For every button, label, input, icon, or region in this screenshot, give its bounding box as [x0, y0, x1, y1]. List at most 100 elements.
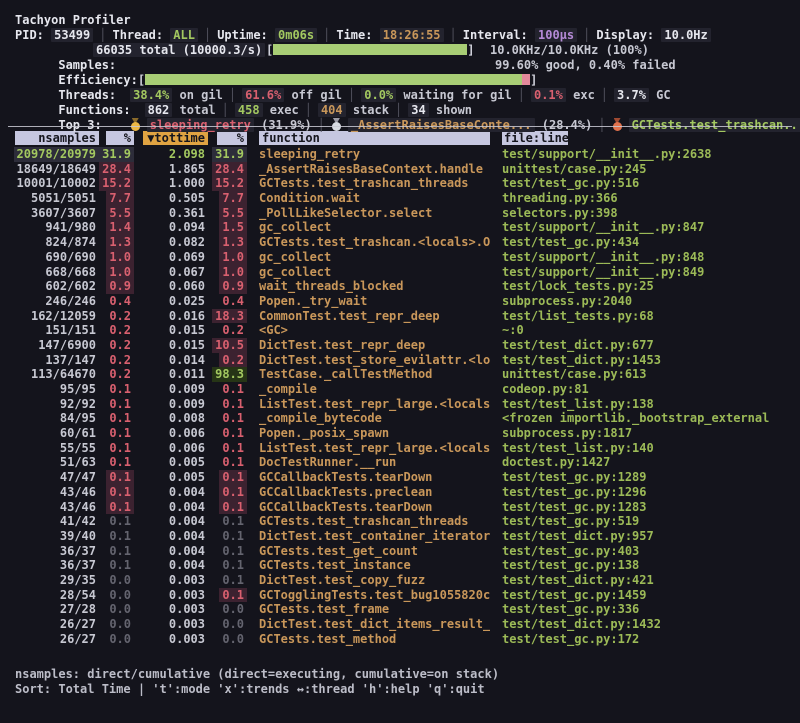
file-line-cell: subprocess.py:1817	[490, 426, 800, 441]
pct-cumulative-cell: 0.1	[208, 514, 247, 529]
table-row[interactable]: 28/54 0.0 0.003 0.1 GCTogglingTests.test…	[0, 588, 800, 603]
table-row[interactable]: 92/92 0.1 0.009 0.1 ListTest.test_repr_l…	[0, 397, 800, 412]
table-row[interactable]: 137/147 0.2 0.014 0.2 DictTest.test_stor…	[0, 353, 800, 368]
file-line-cell: test/test_gc.py:1289	[490, 470, 800, 485]
info-value: 0m06s	[275, 28, 317, 42]
pct-cumulative-cell: 0.1	[208, 397, 247, 412]
pct-direct-cell: 0.1	[99, 470, 134, 485]
info-label: Interval:	[463, 28, 535, 42]
pct-cumulative-cell: 1.0	[208, 265, 247, 280]
top3-items: sleeping_retry (31.9%)│_AssertRaisesBase…	[130, 118, 800, 132]
pct-cumulative-cell: 0.9	[208, 279, 247, 294]
pct-direct-cell: 0.4	[99, 294, 134, 309]
pct-cumulative-cell: 0.1	[208, 529, 247, 544]
file-line-cell: test/lock_tests.py:25	[490, 279, 800, 294]
table-body: 20978/20979 31.9 2.098 31.9 sleeping_ret…	[0, 147, 800, 646]
pct-direct-cell: 0.1	[99, 441, 134, 456]
table-row[interactable]: 26/27 0.0 0.003 0.0 GCTests.test_method …	[0, 632, 800, 647]
table-header-row: nsamples % ▼tottime % function file:line	[0, 131, 800, 147]
nsamples-cell: 84/95	[0, 411, 99, 426]
table-row[interactable]: 20978/20979 31.9 2.098 31.9 sleeping_ret…	[0, 147, 800, 162]
info-label: PID:	[15, 28, 51, 42]
separator-glyph: │	[93, 28, 112, 42]
tottime-cell: 0.004	[134, 514, 208, 529]
table-row[interactable]: 824/874 1.3 0.082 1.3 GCTests.test_trash…	[0, 235, 800, 250]
file-line-cell: codeop.py:81	[490, 382, 800, 397]
table-row[interactable]: 668/668 1.0 0.067 1.0 gc_collect test/su…	[0, 265, 800, 280]
info-line: PID: 53499│Thread: ALL│Uptime: 0m06s│Tim…	[0, 28, 800, 43]
tottime-cell: 0.094	[134, 220, 208, 235]
table-row[interactable]: 690/690 1.0 0.069 1.0 gc_collect test/su…	[0, 250, 800, 265]
tottime-cell: 2.098	[134, 147, 208, 162]
tottime-cell: 0.067	[134, 265, 208, 280]
samples-rate: 10.0KHz/10.0KHz (100%)	[490, 43, 649, 58]
table-row[interactable]: 29/35 0.0 0.003 0.1 DictTest.test_copy_f…	[0, 573, 800, 588]
table-row[interactable]: 27/28 0.0 0.003 0.0 GCTests.test_frame t…	[0, 602, 800, 617]
pct-cumulative-cell: 0.1	[208, 426, 247, 441]
file-line-cell: test/test_list.py:138	[490, 397, 800, 412]
column-header-pct-cumulative[interactable]: %	[217, 131, 247, 145]
pct-cumulative-cell: 0.2	[208, 353, 247, 368]
table-row[interactable]: 36/37 0.1 0.004 0.1 GCTests.test_get_cou…	[0, 544, 800, 559]
footer-keybindings: Sort: Total Time | 't':mode 'x':trends ↔…	[0, 682, 800, 697]
nsamples-cell: 162/12059	[0, 309, 99, 324]
table-row[interactable]: 47/47 0.1 0.005 0.1 GCCallbackTests.tear…	[0, 470, 800, 485]
column-header-pct-direct[interactable]: %	[106, 131, 134, 145]
nsamples-cell: 246/246	[0, 294, 99, 309]
function-cell: DictTest.test_dict_items_result_gc	[247, 617, 490, 632]
function-cell: wait_threads_blocked	[247, 279, 490, 294]
table-row[interactable]: 162/12059 0.2 0.016 18.3 CommonTest.test…	[0, 309, 800, 324]
table-row[interactable]: 39/40 0.1 0.004 0.1 DictTest.test_contai…	[0, 529, 800, 544]
column-header-tottime-sorted[interactable]: ▼tottime	[143, 131, 208, 145]
pct-cumulative-cell: 31.9	[208, 147, 247, 162]
separator-glyph: │	[198, 28, 217, 42]
pct-cumulative-cell: 10.5	[208, 338, 247, 353]
efficiency-text: 99.60% good, 0.40% failed	[495, 58, 676, 73]
file-line-cell: test/test_gc.py:519	[490, 514, 800, 529]
pct-cumulative-cell: 0.1	[208, 382, 247, 397]
table-row[interactable]: 26/27 0.0 0.003 0.0 DictTest.test_dict_i…	[0, 617, 800, 632]
table-row[interactable]: 41/42 0.1 0.004 0.1 GCTests.test_trashca…	[0, 514, 800, 529]
file-line-cell: test/support/__init__.py:2638	[490, 147, 800, 162]
column-header-file-line[interactable]: file:line	[502, 131, 568, 145]
table-row[interactable]: 36/37 0.1 0.004 0.1 GCTests.test_instanc…	[0, 558, 800, 573]
table-row[interactable]: 43/46 0.1 0.004 0.1 GCCallbackTests.prec…	[0, 485, 800, 500]
table-row[interactable]: 113/64670 0.2 0.011 98.3 TestCase._callT…	[0, 367, 800, 382]
function-cell: ListTest.test_repr_large.<locals>.check	[247, 397, 490, 412]
table-row[interactable]: 55/55 0.1 0.006 0.1 ListTest.test_repr_l…	[0, 441, 800, 456]
function-cell: GCCallbackTests.tearDown	[247, 500, 490, 515]
table-row[interactable]: 246/246 0.4 0.025 0.4 Popen._try_wait su…	[0, 294, 800, 309]
pct-direct-cell: 7.7	[99, 191, 134, 206]
table-row[interactable]: 147/6900 0.2 0.015 10.5 DictTest.test_re…	[0, 338, 800, 353]
footer-legend: nsamples: direct/cumulative (direct=exec…	[0, 667, 800, 682]
table-row[interactable]: 10001/10002 15.2 1.000 15.2 GCTests.test…	[0, 176, 800, 191]
table-row[interactable]: 602/602 0.9 0.060 0.9 wait_threads_block…	[0, 279, 800, 294]
table-row[interactable]: 3607/3607 5.5 0.361 5.5 _PollLikeSelecto…	[0, 206, 800, 221]
tachyon-profiler-window: Tachyon Profiler PID: 53499│Thread: ALL│…	[0, 0, 800, 723]
table-row[interactable]: 18649/18649 28.4 1.865 28.4 _AssertRaise…	[0, 162, 800, 177]
function-cell: ListTest.test_repr_large.<locals>.check	[247, 441, 490, 456]
tottime-cell: 0.004	[134, 558, 208, 573]
table-row[interactable]: 60/61 0.1 0.006 0.1 Popen._posix_spawn s…	[0, 426, 800, 441]
samples-line: Samples: 66035 total (10000.3/s) [] 10.0…	[0, 43, 800, 58]
file-line-cell: subprocess.py:2040	[490, 294, 800, 309]
function-cell: DictTest.test_store_evilattr.<locals...	[247, 353, 490, 368]
pct-direct-cell: 0.1	[99, 455, 134, 470]
table-row[interactable]: 95/95 0.1 0.009 0.1 _compile codeop.py:8…	[0, 382, 800, 397]
table-row[interactable]: 84/95 0.1 0.008 0.1 _compile_bytecode <f…	[0, 411, 800, 426]
table-row[interactable]: 5051/5051 7.7 0.505 7.7 Condition.wait t…	[0, 191, 800, 206]
table-row[interactable]: 941/980 1.4 0.094 1.5 gc_collect test/su…	[0, 220, 800, 235]
function-cell: GCTogglingTests.test_bug1055820c	[247, 588, 490, 603]
tottime-cell: 0.014	[134, 353, 208, 368]
pct-direct-cell: 0.2	[99, 338, 134, 353]
table-row[interactable]: 151/151 0.2 0.015 0.2 <GC> ~:0	[0, 323, 800, 338]
pct-direct-cell: 0.0	[99, 632, 134, 647]
table-row[interactable]: 51/63 0.1 0.005 0.1 DocTestRunner.__run …	[0, 455, 800, 470]
table-row[interactable]: 43/46 0.1 0.004 0.1 GCCallbackTests.tear…	[0, 500, 800, 515]
function-cell: DictTest.test_repr_deep	[247, 338, 490, 353]
column-header-function[interactable]: function	[259, 131, 490, 145]
nsamples-cell: 43/46	[0, 485, 99, 500]
nsamples-cell: 20978/20979	[0, 147, 99, 162]
nsamples-cell: 55/55	[0, 441, 99, 456]
pct-direct-cell: 0.1	[99, 485, 134, 500]
